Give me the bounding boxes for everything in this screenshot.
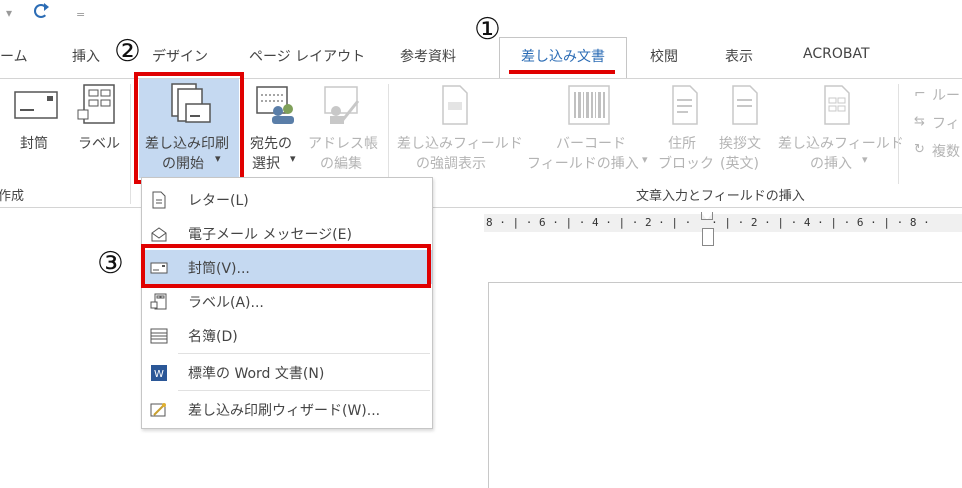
barcode-arrow-icon: ▾ xyxy=(642,153,648,166)
group-separator xyxy=(130,84,131,204)
select-recipients-label-line2[interactable]: 選択 xyxy=(252,154,280,174)
menu-item-directory[interactable]: 名簿(D) xyxy=(142,318,432,352)
tab-acrobat[interactable]: ACROBAT xyxy=(803,46,870,62)
hanging-indent-icon[interactable] xyxy=(702,228,714,246)
create-group-label: 作成 xyxy=(0,189,25,204)
quick-access-dropdown-icon[interactable]: ▾ xyxy=(6,6,12,20)
select-recipients-label-line1[interactable]: 宛先の xyxy=(250,134,292,154)
menu-item-label: 差し込み印刷ウィザード(W)... xyxy=(188,403,381,419)
barcode-icon xyxy=(568,84,610,126)
labels-icon xyxy=(150,293,168,310)
customize-toolbar-icon[interactable]: = xyxy=(76,8,85,21)
greeting-line-label-line1: 挨拶文 xyxy=(719,136,761,152)
annotation-marker-1: ① xyxy=(474,12,501,47)
highlight-fields-label-line2: の強調表示 xyxy=(416,156,486,172)
menu-item-label: 標準の Word 文書(N) xyxy=(188,366,325,382)
annotation-marker-2: ② xyxy=(114,34,141,69)
address-block-label-line2: ブロック xyxy=(658,156,714,172)
address-block-icon xyxy=(670,84,700,126)
select-recipients-arrow-icon: ▾ xyxy=(290,152,296,165)
envelope-large-icon xyxy=(14,91,58,119)
menu-item-label: ラベル(A)... xyxy=(188,295,264,311)
indent-marker-outline xyxy=(701,212,713,220)
insert-merge-field-icon xyxy=(822,84,852,126)
insert-merge-field-label-line1: 差し込みフィールド xyxy=(778,136,904,152)
update-labels-label: 複数 xyxy=(932,144,960,160)
annotation-marker-3: ③ xyxy=(97,246,124,281)
wizard-icon xyxy=(150,401,168,417)
menu-item-wizard[interactable]: 差し込み印刷ウィザード(W)... xyxy=(142,392,432,426)
edit-list-icon xyxy=(322,85,362,125)
menu-item-labels[interactable]: ラベル(A)... xyxy=(142,284,432,318)
greeting-line-label-line2: (英文) xyxy=(720,156,759,172)
update-labels-icon: ↻ xyxy=(914,142,925,157)
word-icon: W xyxy=(150,364,168,381)
edit-list-label-line2: の編集 xyxy=(320,156,362,172)
menu-item-label: 名簿(D) xyxy=(188,329,238,345)
insert-merge-field-label-line2: の挿入 xyxy=(810,156,852,172)
start-mail-merge-menu: レター(L) 電子メール メッセージ(E) 封筒(V)... ラベル(A)...… xyxy=(141,177,433,429)
tab-references[interactable]: 参考資料 xyxy=(400,46,456,66)
letter-icon xyxy=(150,191,168,209)
menu-item-normal-word-document[interactable]: W 標準の Word 文書(N) xyxy=(142,355,432,389)
rules-icon: ⌐ xyxy=(914,86,926,102)
menu-separator xyxy=(178,353,430,354)
tab-review[interactable]: 校閲 xyxy=(650,46,678,66)
address-block-label-line1: 住所 xyxy=(668,136,696,152)
menu-separator xyxy=(178,390,430,391)
redo-arrow-icon xyxy=(44,3,49,11)
envelope-button[interactable]: 封筒 xyxy=(20,134,48,154)
fields-group-label: 文章入力とフィールドの挿入 xyxy=(636,189,805,204)
labels-large-icon xyxy=(76,84,118,124)
match-fields-label: フィ xyxy=(932,116,960,132)
directory-icon xyxy=(150,327,168,344)
tab-mailings-label: 差し込み文書 xyxy=(521,49,605,65)
group-separator xyxy=(898,84,899,184)
menu-item-letter[interactable]: レター(L) xyxy=(142,182,432,216)
tab-insert[interactable]: 挿入 xyxy=(72,46,100,66)
edit-list-label-line1: アドレス帳 xyxy=(308,136,378,152)
select-recipients-icon xyxy=(256,85,296,125)
barcode-label-line1: バーコード xyxy=(556,136,626,152)
match-fields-icon: ⇆ xyxy=(914,114,925,129)
tab-view[interactable]: 表示 xyxy=(725,46,753,66)
menu-item-label: 電子メール メッセージ(E) xyxy=(188,227,352,243)
document-page[interactable] xyxy=(488,282,962,488)
labels-button[interactable]: ラベル xyxy=(78,134,120,154)
rules-label: ルー xyxy=(932,88,960,104)
barcode-label-line2: フィールドの挿入 xyxy=(527,156,639,172)
tab-home[interactable]: ホーム xyxy=(0,46,28,66)
tab-page-layout[interactable]: ページ レイアウト xyxy=(249,46,365,66)
highlight-fields-label-line1: 差し込みフィールド xyxy=(397,136,523,152)
insert-field-arrow-icon: ▾ xyxy=(862,153,868,166)
highlight-fields-icon xyxy=(440,84,470,126)
tab-design[interactable]: デザイン xyxy=(152,46,208,66)
svg-text:W: W xyxy=(154,369,164,380)
menu-item-label: レター(L) xyxy=(188,193,249,209)
greeting-line-icon xyxy=(730,84,760,126)
annotation-box-start-merge xyxy=(134,72,244,184)
email-icon xyxy=(150,225,168,242)
annotation-underline xyxy=(509,70,615,74)
annotation-box-envelopes xyxy=(141,244,431,288)
